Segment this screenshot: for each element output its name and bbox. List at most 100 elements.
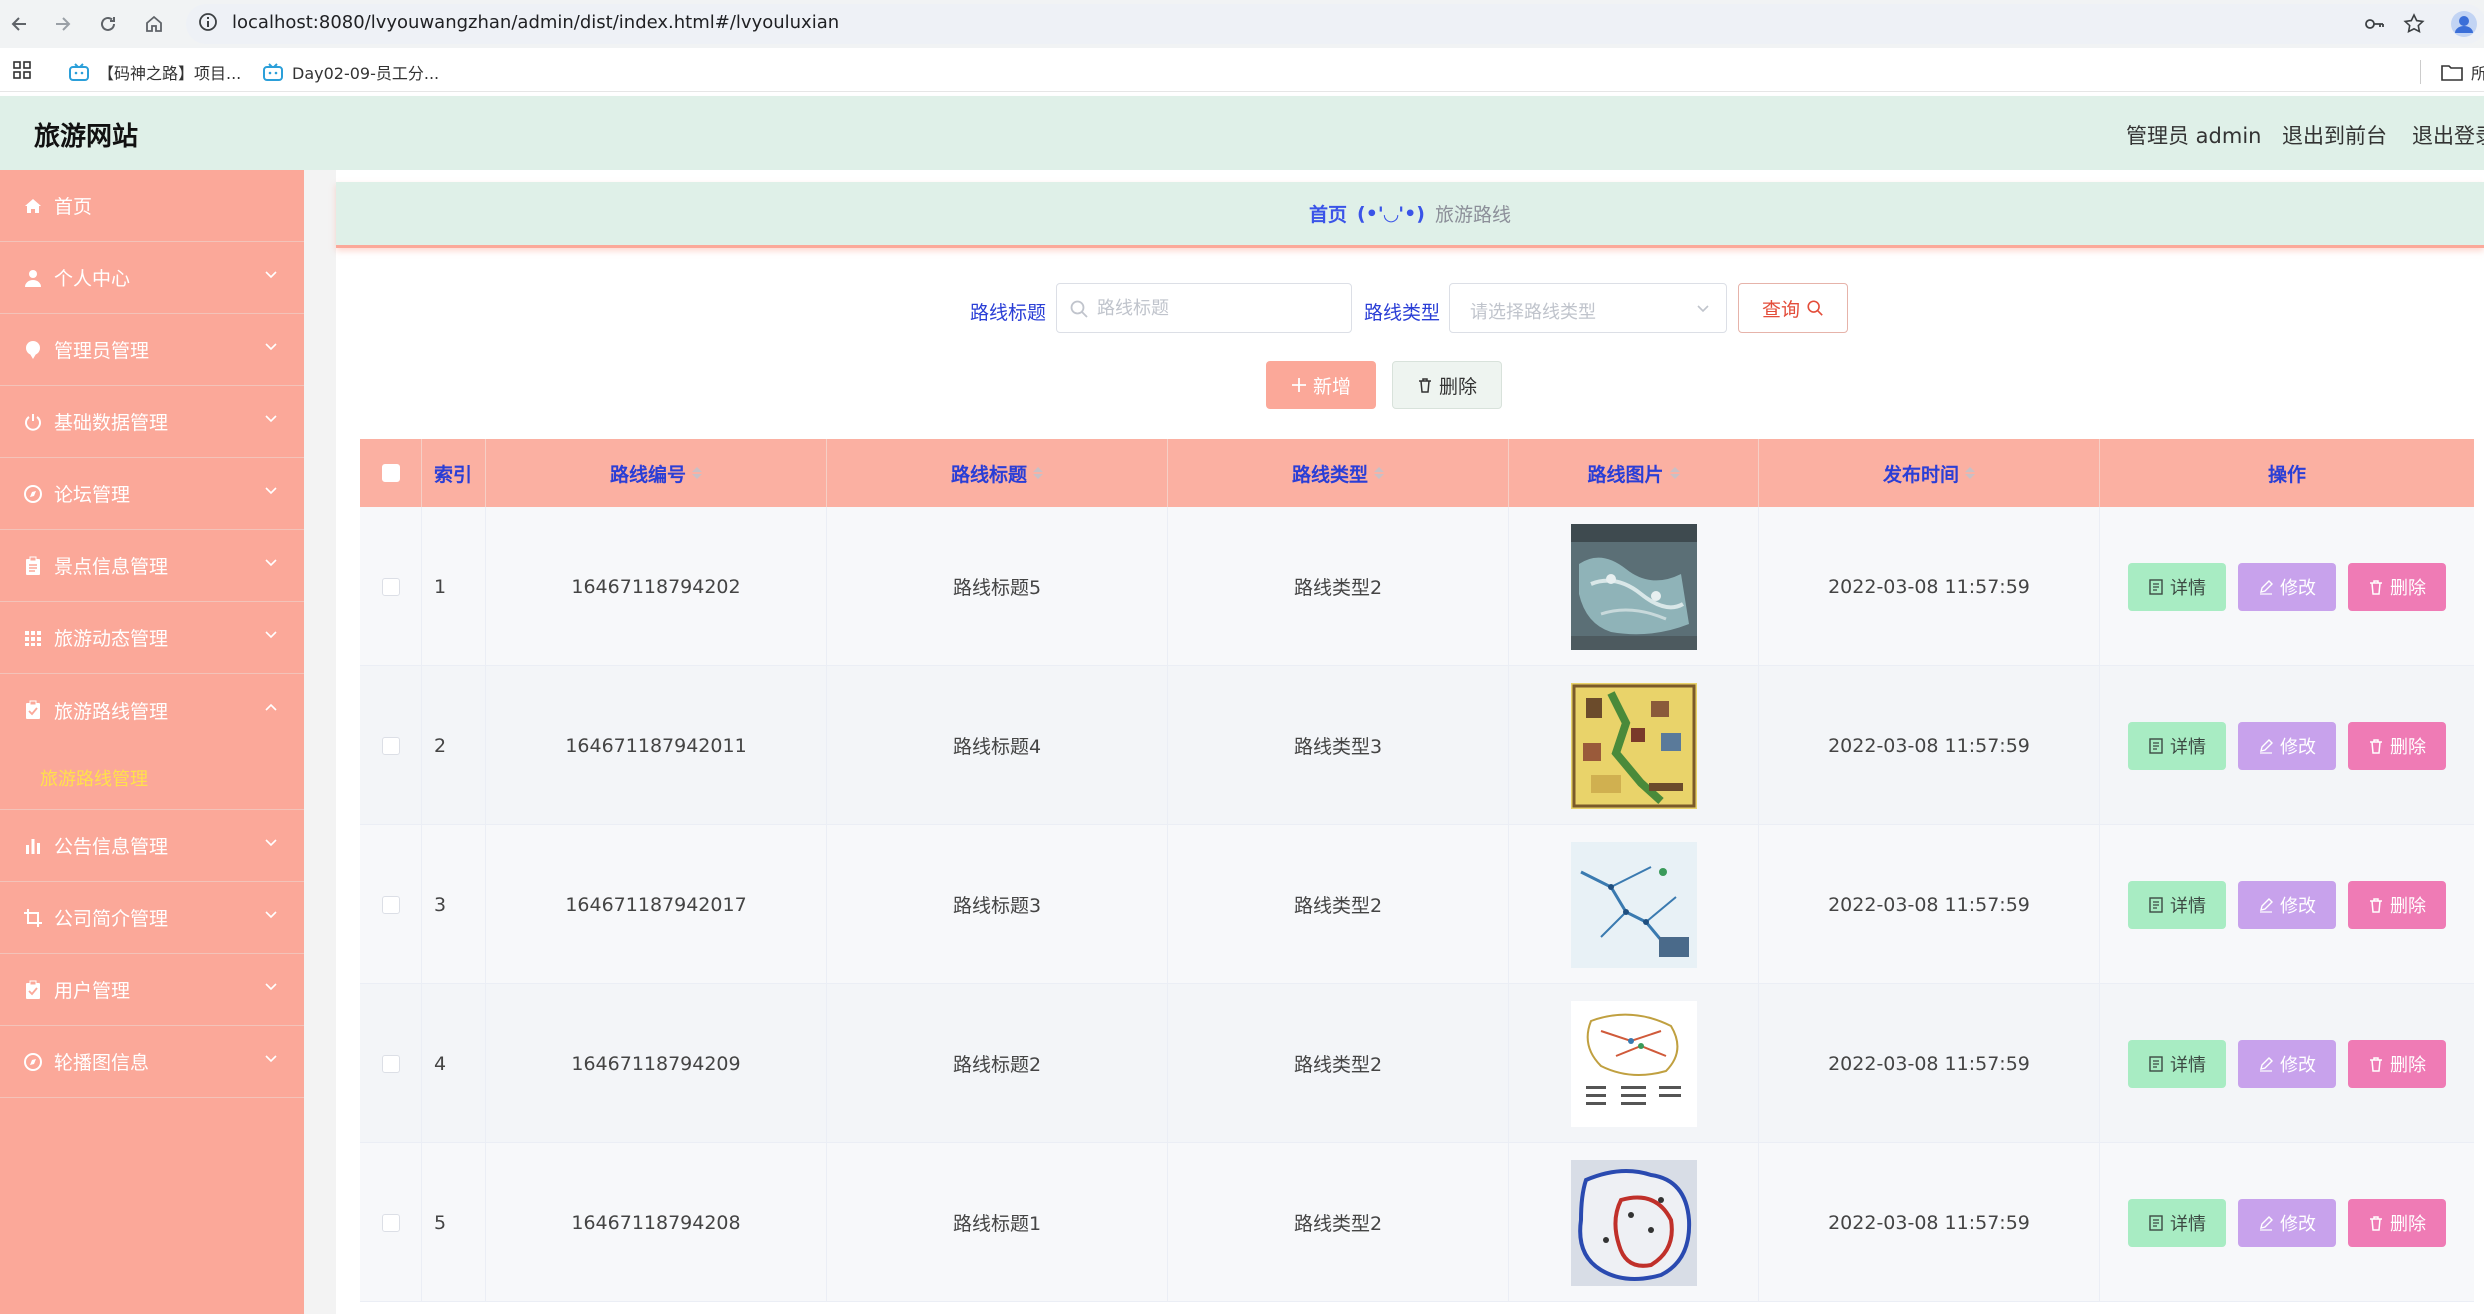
bookmark-2[interactable]: Day02-09-员工分...	[262, 60, 439, 84]
row-index: 1	[422, 507, 486, 666]
row-checkbox[interactable]	[381, 1054, 400, 1073]
row-route-image-cell	[1509, 1143, 1759, 1302]
select-all-checkbox[interactable]	[381, 464, 400, 482]
route-map-thumbnail[interactable]	[1570, 682, 1697, 809]
sidebar-item-notice[interactable]: 公告信息管理	[0, 810, 304, 882]
sort-icon[interactable]	[1374, 467, 1384, 479]
search-icon	[1807, 300, 1823, 316]
edit-button[interactable]: 修改	[2238, 1039, 2336, 1088]
query-label: 查询	[1761, 298, 1800, 321]
select-all-cell[interactable]	[360, 439, 422, 507]
col-route-type[interactable]: 路线类型	[1168, 439, 1509, 507]
detail-button[interactable]: 详情	[2128, 1039, 2226, 1088]
sort-icon[interactable]	[692, 467, 702, 479]
home-button[interactable]	[138, 8, 170, 40]
route-title-input[interactable]	[1095, 294, 1335, 322]
edit-button[interactable]: 修改	[2238, 880, 2336, 929]
delete-button[interactable]: 删除	[2348, 562, 2446, 611]
other-bookmarks[interactable]: 所	[2420, 60, 2484, 84]
delete-label: 删除	[2390, 736, 2426, 758]
col-label: 路线标题	[950, 463, 1027, 486]
clipboard-icon	[22, 555, 44, 577]
row-checkbox-cell[interactable]	[360, 507, 422, 666]
sidebar-item-travel-routes[interactable]: 旅游路线管理	[0, 674, 304, 746]
sidebar-item-label: 首页	[54, 196, 93, 218]
sidebar-item-scenic[interactable]: 景点信息管理	[0, 530, 304, 602]
detail-button[interactable]: 详情	[2128, 1198, 2226, 1247]
col-route-no[interactable]: 路线编号	[486, 439, 827, 507]
route-map-thumbnail[interactable]	[1570, 841, 1697, 968]
sort-icon[interactable]	[1033, 467, 1043, 479]
sort-icon[interactable]	[1669, 467, 1680, 479]
delete-button[interactable]: 删除	[2348, 721, 2446, 770]
grid-icon	[22, 627, 44, 649]
sidebar-item-personal-center[interactable]: 个人中心	[0, 242, 304, 314]
reload-button[interactable]	[92, 8, 124, 40]
batch-delete-button[interactable]: 删除	[1392, 361, 1502, 409]
delete-button[interactable]: 删除	[2348, 880, 2446, 929]
sidebar-item-travel-news[interactable]: 旅游动态管理	[0, 602, 304, 674]
sidebar-item-company[interactable]: 公司简介管理	[0, 882, 304, 954]
detail-button[interactable]: 详情	[2128, 721, 2226, 770]
arrow-right-icon	[56, 17, 71, 31]
sidebar-item-basic-data[interactable]: 基础数据管理	[0, 386, 304, 458]
bookmark-star-icon[interactable]	[2400, 10, 2428, 38]
row-index: 5	[422, 1143, 486, 1302]
breadcrumb-home[interactable]: 首页	[1309, 200, 1347, 227]
route-type-label: 路线类型	[1364, 302, 1441, 324]
edit-button[interactable]: 修改	[2238, 562, 2336, 611]
sidebar-item-carousel[interactable]: 轮播图信息	[0, 1026, 304, 1098]
password-key-icon[interactable]	[2360, 10, 2388, 38]
sidebar-item-admin[interactable]: 管理员管理	[0, 314, 304, 386]
row-checkbox-cell[interactable]	[360, 666, 422, 825]
trash-icon	[1418, 378, 1431, 393]
sidebar-item-label: 旅游路线管理	[54, 700, 169, 723]
route-map-thumbnail[interactable]	[1570, 1000, 1697, 1127]
edit-button[interactable]: 修改	[2238, 721, 2336, 770]
delete-button[interactable]: 删除	[2348, 1198, 2446, 1247]
query-button[interactable]: 查询	[1738, 283, 1848, 333]
table-row: 3 164671187942017 路线标题3 路线类型2 2022-03-08…	[360, 825, 2474, 984]
trash-icon	[2370, 738, 2382, 754]
exit-to-front-link[interactable]: 退出到前台	[2282, 120, 2387, 150]
col-route-image[interactable]: 路线图片	[1509, 439, 1759, 507]
route-type-select[interactable]: 请选择路线类型	[1449, 283, 1727, 333]
back-button[interactable]	[4, 8, 36, 40]
row-checkbox[interactable]	[381, 736, 400, 755]
row-checkbox[interactable]	[381, 895, 400, 914]
delete-button[interactable]: 删除	[2348, 1039, 2446, 1088]
row-checkbox-cell[interactable]	[360, 1143, 422, 1302]
other-bookmarks-label: 所	[2471, 64, 2484, 83]
sidebar-item-users[interactable]: 用户管理	[0, 954, 304, 1026]
detail-button[interactable]: 详情	[2128, 880, 2226, 929]
trash-icon	[2370, 1056, 2382, 1072]
add-button[interactable]: 新增	[1266, 361, 1376, 409]
row-route-image-cell	[1509, 666, 1759, 825]
row-checkbox-cell[interactable]	[360, 825, 422, 984]
row-route-no: 16467118794208	[486, 1143, 827, 1302]
content-gutter	[304, 170, 336, 1314]
route-map-thumbnail[interactable]	[1570, 523, 1697, 650]
row-checkbox[interactable]	[381, 1213, 400, 1232]
forward-button[interactable]	[46, 8, 78, 40]
profile-avatar-icon[interactable]	[2450, 10, 2478, 38]
logout-link[interactable]: 退出登录	[2412, 120, 2484, 150]
col-publish-time[interactable]: 发布时间	[1759, 439, 2100, 507]
route-map-thumbnail[interactable]	[1570, 1159, 1697, 1286]
url-text[interactable]: localhost:8080/lvyouwangzhan/admin/dist/…	[232, 12, 839, 33]
edit-button[interactable]: 修改	[2238, 1198, 2336, 1247]
sort-icon[interactable]	[1965, 467, 1975, 479]
sidebar-item-home[interactable]: 首页	[0, 170, 304, 242]
detail-button[interactable]: 详情	[2128, 562, 2226, 611]
col-route-title[interactable]: 路线标题	[827, 439, 1168, 507]
sidebar-item-label: 个人中心	[54, 268, 131, 290]
row-checkbox-cell[interactable]	[360, 984, 422, 1143]
site-info-icon[interactable]	[196, 10, 220, 34]
row-checkbox[interactable]	[381, 577, 400, 596]
bookmark-1[interactable]: 【码神之路】项目...	[68, 60, 241, 84]
row-route-type: 路线类型3	[1168, 666, 1509, 825]
route-title-search[interactable]	[1056, 283, 1352, 333]
apps-grid-icon[interactable]	[12, 60, 32, 80]
submenu-travel-routes[interactable]: 旅游路线管理	[0, 746, 304, 810]
sidebar-item-forum[interactable]: 论坛管理	[0, 458, 304, 530]
